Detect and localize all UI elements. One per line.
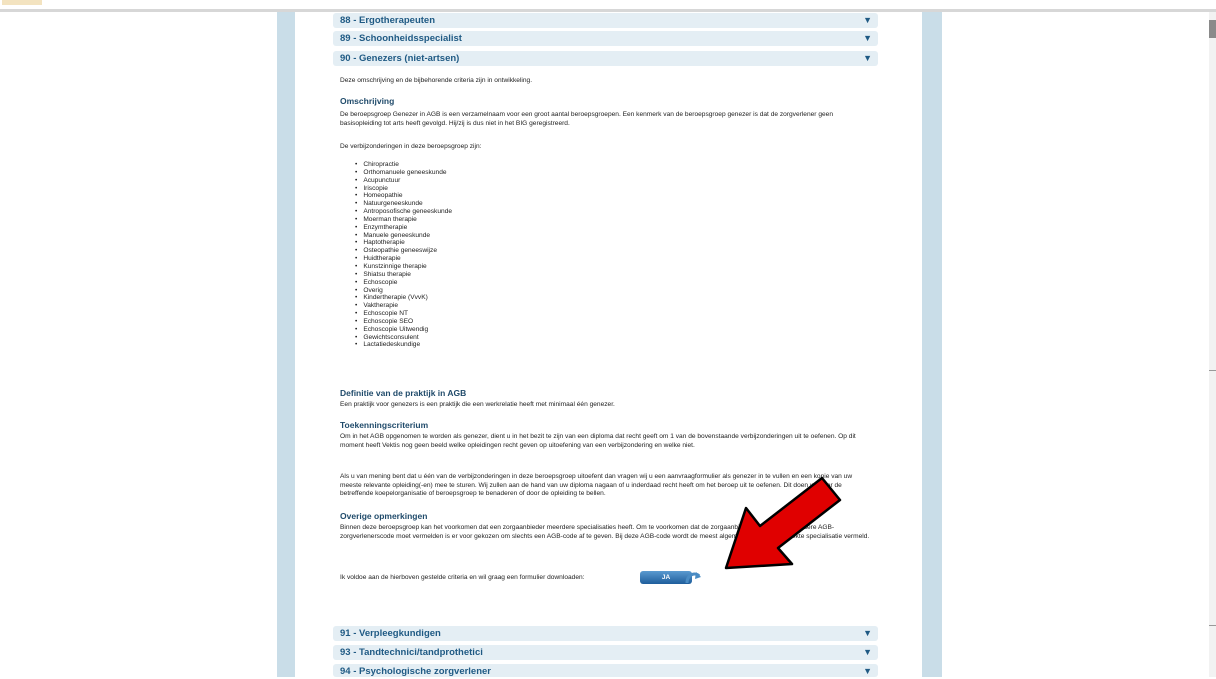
list-item: Huidtherapie (355, 255, 452, 263)
list-item: Vaktherapie (355, 302, 452, 310)
verbijzonderingen-list: Chiropractie Orthomanuele geneeskunde Ac… (355, 161, 452, 349)
right-side-panel (922, 12, 942, 677)
list-item: Haptotherapie (355, 239, 452, 247)
chevron-down-icon: ▼ (863, 53, 872, 63)
list-intro: De verbijzonderingen in deze beroepsgroe… (340, 143, 482, 150)
list-item: Iriscopie (355, 185, 452, 193)
list-item: Enzymtherapie (355, 224, 452, 232)
scrollbar-marker (1209, 370, 1216, 371)
chevron-down-icon: ▼ (863, 33, 872, 43)
list-item: Echoscopie (355, 279, 452, 287)
list-item: Natuurgeneeskunde (355, 200, 452, 208)
list-item: Kunstzinnige therapie (355, 263, 452, 271)
list-item: Kindertherapie (VvvK) (355, 294, 452, 302)
accordion-label: 90 - Genezers (niet-artsen) (340, 53, 460, 64)
section-heading-definitie: Definitie van de praktijk in AGB (340, 388, 467, 398)
curved-arrow-icon (685, 572, 701, 584)
list-item: Osteopathie geneeswijze (355, 247, 452, 255)
section-heading-overige: Overige opmerkingen (340, 511, 428, 521)
list-item: Chiropractie (355, 161, 452, 169)
section-heading-toekenning: Toekenningscriterium (340, 420, 429, 430)
definitie-text: Een praktijk voor genezers is een prakti… (340, 401, 615, 408)
list-item: Echoscopie NT (355, 310, 452, 318)
omschrijving-text: De beroepsgroep Genezer in AGB is een ve… (340, 111, 834, 127)
accordion-label: 88 - Ergotherapeuten (340, 15, 436, 26)
list-item: Echoscopie Uitwendig (355, 326, 452, 334)
list-item: Shiatsu therapie (355, 271, 452, 279)
toekenning-text-1: Om in het AGB opgenomen te worden als ge… (340, 433, 856, 449)
download-prompt: Ik voldoe aan de hierboven gestelde crit… (340, 574, 585, 581)
scrollbar-marker (1209, 625, 1216, 626)
section-heading-omschrijving: Omschrijving (340, 96, 395, 106)
accordion-91-verpleegkundigen[interactable]: 91 - Verpleegkundigen ▼ (333, 626, 878, 641)
accordion-89-schoonheidsspecialist[interactable]: 89 - Schoonheidsspecialist ▼ (333, 31, 878, 46)
list-item: Acupunctuur (355, 177, 452, 185)
scrollbar-thumb[interactable] (1209, 20, 1216, 38)
accordion-94-psychologische[interactable]: 94 - Psychologische zorgverlener ▼ (333, 664, 878, 677)
accordion-93-tandtechnici[interactable]: 93 - Tandtechnici/tandprothetici ▼ (333, 645, 878, 660)
list-item: Orthomanuele geneeskunde (355, 169, 452, 177)
accordion-88-ergotherapeuten[interactable]: 88 - Ergotherapeuten ▼ (333, 13, 878, 28)
chevron-down-icon: ▼ (863, 15, 872, 25)
accordion-label: 89 - Schoonheidsspecialist (340, 33, 462, 44)
accordion-label: 94 - Psychologische zorgverlener (340, 666, 492, 677)
list-item: Gewichtsconsulent (355, 334, 452, 342)
list-item: Echoscopie SEO (355, 318, 452, 326)
accordion-90-genezers[interactable]: 90 - Genezers (niet-artsen) ▼ (333, 51, 878, 66)
list-item: Lactatiedeskundige (355, 341, 452, 349)
chevron-down-icon: ▼ (863, 647, 872, 657)
ja-download-button[interactable]: JA (640, 568, 704, 588)
annotation-arrow-icon (724, 476, 842, 570)
list-item: Manuele geneeskunde (355, 232, 452, 240)
list-item: Antroposofische geneeskunde (355, 208, 452, 216)
list-item: Homeopathie (355, 192, 452, 200)
accordion-label: 93 - Tandtechnici/tandprothetici (340, 647, 483, 658)
logo-fragment (2, 0, 42, 5)
intro-text: Deze omschrijving en de bijbehorende cri… (340, 77, 533, 84)
list-item: Moerman therapie (355, 216, 452, 224)
accordion-label: 91 - Verpleegkundigen (340, 628, 441, 639)
list-item: Overig (355, 287, 452, 295)
scrollbar[interactable] (1209, 12, 1216, 677)
left-side-panel (277, 12, 295, 677)
chevron-down-icon: ▼ (863, 628, 872, 638)
browser-top-edge (0, 0, 1216, 12)
